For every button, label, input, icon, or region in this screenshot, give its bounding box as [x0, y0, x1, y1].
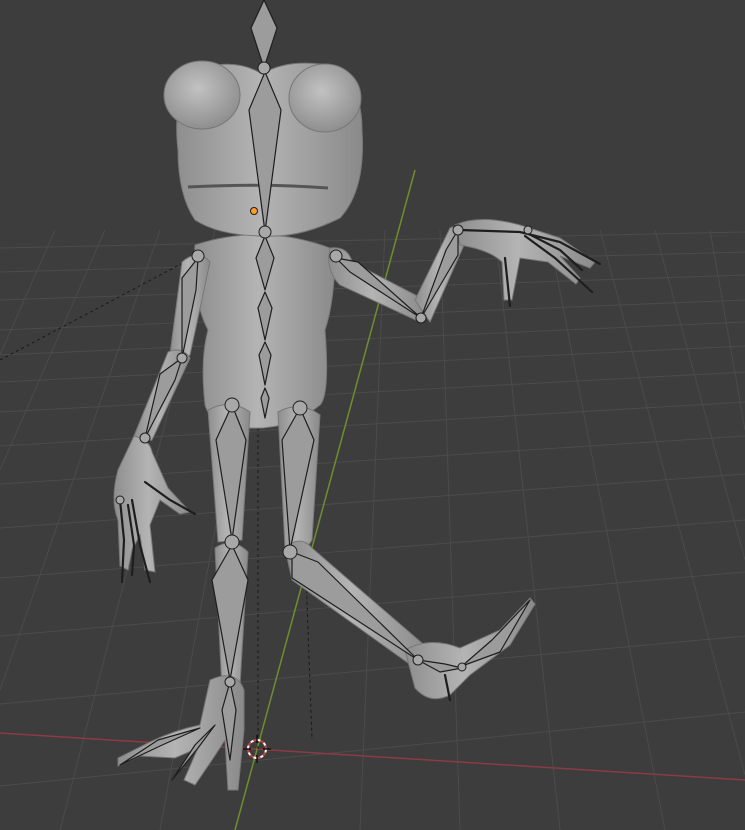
object-origin-icon[interactable]	[250, 207, 258, 215]
x-axis-line	[0, 732, 745, 781]
bone-head-top[interactable]	[250, 0, 278, 69]
bone-shin-r[interactable]	[291, 551, 419, 661]
bone-forearm-r[interactable]	[420, 229, 459, 319]
3d-viewport[interactable]	[0, 0, 745, 830]
